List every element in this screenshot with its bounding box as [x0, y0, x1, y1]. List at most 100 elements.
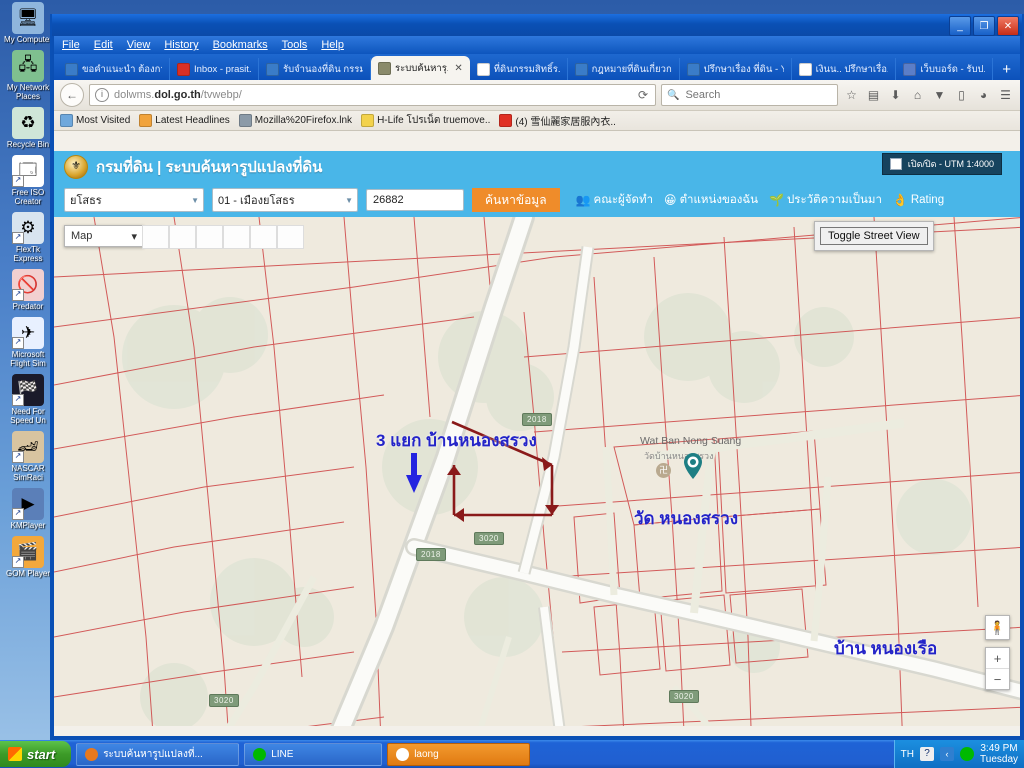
reader-icon[interactable]: ▤	[865, 88, 882, 102]
browser-search-bar[interactable]: 🔍	[661, 84, 838, 106]
url-bar[interactable]: i dolwms.dol.go.th/tvwebp/ ⟳	[89, 84, 656, 106]
library-icon[interactable]: ▯	[953, 88, 970, 102]
map-tile-box[interactable]	[196, 225, 223, 249]
desktop-icon-no-entry[interactable]: 🚫 ↗ Predator	[0, 269, 56, 311]
search-input[interactable]	[683, 88, 832, 102]
bookmark-item[interactable]: Latest Headlines	[139, 114, 230, 127]
zoom-in-button[interactable]: +	[986, 648, 1009, 669]
desktop-icon-nfs[interactable]: 🏁 ↗ Need For Speed Un	[0, 374, 56, 425]
tab-label: ขอคำแนะนำ ต้องการ..	[82, 63, 162, 75]
map-annotation-label: วัด หนองสรวง	[634, 509, 739, 528]
menu-icon[interactable]: ☰	[997, 88, 1014, 102]
utm-checkbox[interactable]	[889, 158, 902, 170]
tab-favicon-icon	[574, 62, 588, 76]
pegman-icon[interactable]: 🧍	[985, 615, 1010, 640]
start-button[interactable]: start	[0, 741, 72, 767]
clock[interactable]: 3:49 PM Tuesday	[980, 743, 1018, 765]
taskbar-item-label: laong	[414, 748, 439, 760]
header-link-people[interactable]: 👥 คณะผู้จัดทำ	[576, 191, 653, 209]
toggle-street-view-button[interactable]: Toggle Street View	[814, 221, 934, 251]
desktop-icon-window[interactable]: 🗔 ↗ Free ISO Creator	[0, 155, 56, 206]
desktop-icon-network[interactable]: 🖧 My Network Places	[0, 50, 56, 101]
star-icon[interactable]: ☆	[843, 88, 860, 102]
desktop-icon-gom-player[interactable]: 🎬 ↗ GOM Player	[0, 536, 56, 578]
desktop-icon-gears[interactable]: ⚙ ↗ FlexTk Express	[0, 212, 56, 263]
desktop-icon-label: Microsoft Flight Sim	[10, 350, 46, 368]
menu-tools[interactable]: Tools	[282, 39, 308, 51]
utm-toggle[interactable]: เปิด/ปิด - UTM 1:4000	[881, 153, 1002, 175]
header-link-hand[interactable]: 👌 Rating	[893, 193, 944, 207]
desktop-icon-grid: 🖥 My Computer 🖧 My Network Places ♻ Recycle B…	[0, 2, 56, 584]
taskbar-item[interactable]: laong	[387, 742, 531, 766]
menu-help[interactable]: Help	[321, 39, 344, 51]
tab-close-icon[interactable]: ✕	[454, 63, 462, 74]
desktop-icon-recycle-bin[interactable]: ♻ Recycle Bin	[0, 107, 56, 149]
map-tile-box[interactable]	[277, 225, 304, 249]
bookmark-item[interactable]: H-Life โปรเน็ต truemove..	[361, 113, 490, 128]
back-button[interactable]: ←	[60, 83, 84, 107]
pocket-icon[interactable]: ▼	[931, 88, 948, 102]
help-icon[interactable]: ?	[920, 747, 935, 761]
search-submit-button[interactable]: ค้นหาข้อมูล	[472, 188, 560, 212]
menu-file[interactable]: File	[62, 39, 80, 51]
desktop-icon-label: My Computer	[3, 35, 52, 44]
shortcut-arrow-icon: ↗	[12, 556, 24, 568]
sync-icon[interactable]: ◕	[975, 88, 992, 102]
parcel-number-input[interactable]	[366, 189, 464, 211]
menu-history[interactable]: History	[164, 39, 198, 51]
map-canvas[interactable]: 3 แยก บ้านหนองสรวง วัด หนองสรวง บ้าน หนองเ…	[54, 217, 1020, 726]
map-tile-box[interactable]	[223, 225, 250, 249]
chevron-down-icon: ▼	[345, 195, 353, 205]
maximize-button[interactable]: ❐	[973, 16, 995, 36]
reload-icon[interactable]: ⟳	[638, 88, 650, 102]
browser-tab-active[interactable]: ระบบค้นหารุ.. ✕	[370, 56, 470, 80]
taskbar-item[interactable]: LINE	[244, 742, 383, 766]
chevron-left-icon[interactable]: ‹	[940, 747, 955, 761]
clock-time: 3:49 PM	[980, 743, 1018, 754]
minimize-button[interactable]: _	[949, 16, 971, 36]
browser-tab[interactable]: กฎหมายที่ดินเกี่ยวกรรม..	[568, 58, 680, 80]
province-select[interactable]: ยโสธร ▼	[64, 188, 204, 212]
bookmark-item[interactable]: Most Visited	[60, 114, 130, 127]
temple-poi-icon[interactable]: 卍	[656, 463, 671, 478]
map-tile-box[interactable]	[250, 225, 277, 249]
map-pin-icon[interactable]	[684, 453, 702, 479]
menu-bookmarks[interactable]: Bookmarks	[213, 39, 268, 51]
site-info-icon[interactable]: i	[95, 88, 109, 102]
new-tab-button[interactable]: +	[993, 60, 1020, 80]
browser-tab[interactable]: เว็บบอร์ด - รับป..	[896, 58, 994, 80]
menu-edit[interactable]: Edit	[94, 39, 113, 51]
tab-favicon-icon	[903, 62, 917, 76]
desktop-icon-kmplayer[interactable]: ▶ ↗ KMPlayer	[0, 488, 56, 530]
shortcut-arrow-icon: ↗	[12, 508, 24, 520]
taskbar-item[interactable]: ระบบค้นหารูปแปลงที่...	[76, 742, 240, 766]
header-link-location-face[interactable]: 😀 ตำแหน่งของฉัน	[664, 191, 758, 209]
map-tile-box[interactable]	[169, 225, 196, 249]
menu-view[interactable]: View	[127, 39, 151, 51]
browser-tab[interactable]: เงินน.. ปรึกษาเรื่อ..	[792, 58, 897, 80]
map-type-select[interactable]: Map ▾	[64, 225, 144, 247]
download-icon[interactable]: ⬇	[887, 88, 904, 102]
browser-tab[interactable]: รับจำนองที่ดิน กรรม..	[259, 58, 371, 80]
header-link-sprout[interactable]: 🌱 ประวัติความเป็นมา	[769, 191, 882, 209]
desktop-icon-nascar[interactable]: 🏎 ↗ NASCAR SimRaci	[0, 431, 56, 482]
browser-tab[interactable]: Inbox - prasit..	[170, 58, 259, 80]
language-indicator[interactable]: TH	[901, 749, 914, 760]
desktop-icon-flightsim[interactable]: ✈ ↗ Microsoft Flight Sim	[0, 317, 56, 368]
bookmark-item[interactable]: Mozilla%20Firefox.lnk	[238, 114, 352, 127]
sprout-icon: 🌱	[769, 193, 784, 207]
home-icon[interactable]: ⌂	[909, 88, 926, 102]
map-tile-box[interactable]	[142, 225, 169, 249]
desktop-icon-computer[interactable]: 🖥 My Computer	[0, 2, 56, 44]
browser-tab[interactable]: ที่ดินกรรมสิทธิ์ร..	[470, 58, 568, 80]
zoom-out-button[interactable]: −	[986, 669, 1009, 689]
chevron-down-icon: ▼	[191, 195, 199, 205]
browser-tab[interactable]: ขอคำแนะนำ ต้องการ..	[58, 58, 170, 80]
close-button[interactable]: ✕	[997, 16, 1019, 36]
browser-tab[interactable]: ปรึกษาเรื่อง ที่ดิน - Y..	[680, 58, 792, 80]
browser-tabstrip: ขอคำแนะนำ ต้องการ.. Inbox - prasit.. รับจำ…	[54, 54, 1020, 80]
district-select[interactable]: 01 - เมืองยโสธร ▼	[212, 188, 358, 212]
bookmark-item[interactable]: (4) 雪仙麗家居服內衣..	[499, 113, 616, 128]
line-tray-icon[interactable]	[960, 747, 975, 761]
toggle-street-view-label: Toggle Street View	[820, 227, 928, 245]
